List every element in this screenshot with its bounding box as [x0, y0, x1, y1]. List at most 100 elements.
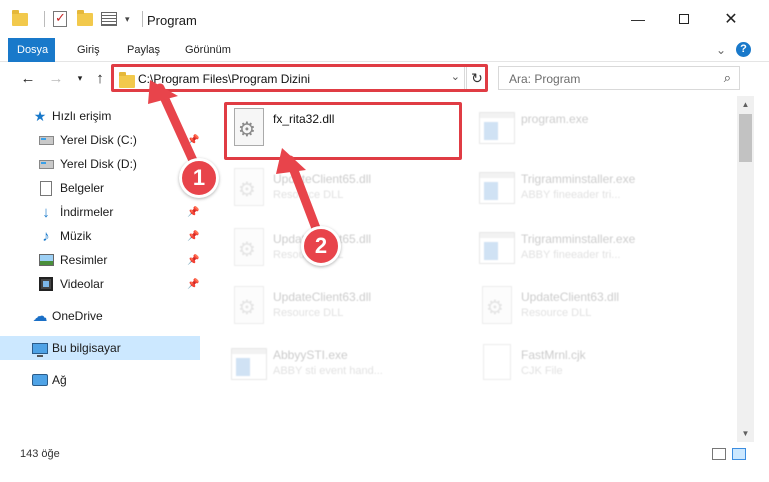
sidebar-item-label: Yerel Disk (C:)	[60, 133, 137, 147]
exe-icon	[231, 344, 267, 384]
annotation-badge-2: 2	[301, 226, 341, 266]
exe-icon	[479, 228, 515, 268]
up-arrow-icon: ↑	[96, 69, 104, 87]
sidebar-item-this-pc[interactable]: Bu bilgisayar	[0, 336, 200, 360]
vertical-scrollbar[interactable]: ▲ ▼	[737, 96, 754, 442]
minimize-button[interactable]: —	[615, 6, 661, 32]
file-item[interactable]: UpdateClient63.dll Resource DLL	[473, 280, 713, 336]
quick-access-toolbar: ▾	[12, 8, 151, 30]
details-view-icon[interactable]	[712, 448, 726, 460]
status-bar: 143 öğe	[0, 442, 769, 468]
file-name: UpdateClient65.dll	[273, 172, 372, 186]
sidebar-item-label: Resimler	[60, 253, 108, 267]
folder-icon	[12, 10, 30, 28]
pin-icon[interactable]: 📌	[187, 279, 199, 290]
back-button[interactable]: ←	[18, 68, 38, 88]
qa-dropdown-icon[interactable]: ▾	[125, 14, 130, 25]
up-button[interactable]: ↑	[90, 68, 110, 88]
new-folder-icon[interactable]	[77, 10, 95, 28]
sidebar-item-videos[interactable]: Videolar 📌	[0, 272, 200, 296]
sidebar-item-documents[interactable]: Belgeler	[0, 176, 200, 200]
recent-locations-button[interactable]: ▾	[70, 68, 90, 88]
file-name: AbbyySTI.exe	[273, 348, 348, 362]
dll-icon	[231, 228, 267, 268]
maximize-button[interactable]	[661, 6, 707, 32]
sidebar-item-disk-d[interactable]: Yerel Disk (D:)	[0, 152, 200, 176]
sidebar-item-label: Hızlı erişim	[52, 109, 112, 123]
close-button[interactable]: ✕	[708, 6, 754, 32]
sidebar-item-label: Videolar	[60, 277, 104, 291]
download-icon: ↓	[42, 203, 50, 221]
sidebar-item-pictures[interactable]: Resimler 📌	[0, 248, 200, 272]
document-icon	[38, 180, 54, 196]
sidebar-item-downloads[interactable]: ↓ İndirmeler 📌	[0, 200, 200, 224]
back-arrow-icon: ←	[20, 69, 36, 87]
chevron-down-icon: ▾	[77, 72, 83, 83]
exe-icon	[479, 168, 515, 208]
scroll-up-icon[interactable]: ▲	[737, 96, 754, 113]
dll-icon	[479, 286, 515, 326]
music-icon: ♪	[42, 227, 50, 245]
file-type: ABBY fineeader tri...	[521, 249, 621, 261]
tab-gorunum[interactable]: Görünüm	[185, 38, 231, 62]
search-icon: ⌕	[723, 70, 731, 85]
forward-arrow-icon: →	[48, 69, 64, 87]
search-input[interactable]: Ara: Program ⌕	[498, 66, 740, 90]
sidebar-item-label: OneDrive	[52, 309, 103, 323]
sidebar-item-onedrive[interactable]: ☁ OneDrive	[0, 304, 200, 328]
file-item[interactable]: Trigramminstaller.exe ABBY fineeader tri…	[473, 222, 713, 278]
divider	[141, 11, 143, 27]
dll-icon	[231, 286, 267, 326]
file-name: FastMrnl.cjk	[521, 348, 586, 362]
sidebar-item-music[interactable]: ♪ Müzik 📌	[0, 224, 200, 248]
file-type: Resource DLL	[521, 307, 592, 319]
ribbon-expand-icon[interactable]: ⌄	[716, 43, 726, 57]
divider	[44, 11, 45, 27]
close-icon: ✕	[724, 11, 738, 28]
file-item[interactable]: Trigramminstaller.exe ABBY fineeader tri…	[473, 162, 713, 218]
file-name: UpdateClient63.dll	[521, 290, 620, 304]
tab-paylas[interactable]: Paylaş	[127, 38, 160, 62]
item-count: 143 öğe	[20, 448, 60, 460]
help-icon[interactable]: ?	[736, 42, 751, 57]
file-name: program.exe	[521, 112, 589, 126]
annotation-badge-1: 1	[179, 158, 219, 198]
properties-icon[interactable]	[101, 10, 119, 28]
tab-dosya[interactable]: Dosya	[8, 38, 55, 62]
properties-check-icon[interactable]	[53, 10, 71, 28]
videos-icon	[38, 276, 54, 292]
file-item[interactable]: FastMrnl.cjk CJK File	[473, 338, 713, 394]
tab-giris[interactable]: Giriş	[77, 38, 100, 62]
address-highlight-box	[111, 64, 488, 92]
navigation-pane: ★ Hızlı erişim Yerel Disk (C:) 📌 Yerel D…	[0, 96, 202, 442]
pin-icon[interactable]: 📌	[187, 231, 199, 242]
star-icon: ★	[33, 107, 47, 124]
file-item[interactable]: AbbyySTI.exe ABBY sti event hand...	[225, 338, 465, 394]
computer-icon	[32, 340, 48, 357]
sidebar-item-disk-c[interactable]: Yerel Disk (C:) 📌	[0, 128, 200, 152]
cloud-icon: ☁	[32, 308, 48, 325]
sidebar-item-quick-access[interactable]: ★ Hızlı erişim	[0, 104, 200, 128]
file-type: ABBY sti event hand...	[273, 365, 383, 377]
sidebar-item-label: Bu bilgisayar	[52, 341, 121, 355]
scroll-down-icon[interactable]: ▼	[737, 425, 754, 442]
forward-button[interactable]: →	[46, 68, 66, 88]
file-name: UpdateClient63.dll	[273, 290, 372, 304]
sidebar-item-label: İndirmeler	[60, 205, 114, 219]
dll-icon	[231, 168, 267, 208]
ribbon-tabs: Dosya Giriş Paylaş Görünüm ⌄ ?	[0, 38, 769, 62]
large-icons-view-icon[interactable]	[732, 448, 746, 460]
scroll-thumb[interactable]	[739, 114, 752, 162]
file-item-program-exe[interactable]: program.exe	[473, 102, 713, 158]
pin-icon[interactable]: 📌	[187, 255, 199, 266]
sidebar-item-network[interactable]: Ağ	[0, 368, 200, 392]
disk-icon	[38, 132, 54, 148]
pin-icon[interactable]: 📌	[187, 135, 199, 146]
file-item[interactable]: UpdateClient65.dll Resource DLL	[225, 162, 465, 218]
exe-icon	[479, 108, 515, 148]
file-item[interactable]: UpdateClient65.dll Resource DLL	[225, 222, 465, 278]
pin-icon[interactable]: 📌	[187, 207, 199, 218]
file-type: ABBY fineeader tri...	[521, 189, 621, 201]
file-item[interactable]: UpdateClient63.dll Resource DLL	[225, 280, 465, 336]
minimize-icon: —	[631, 11, 645, 27]
